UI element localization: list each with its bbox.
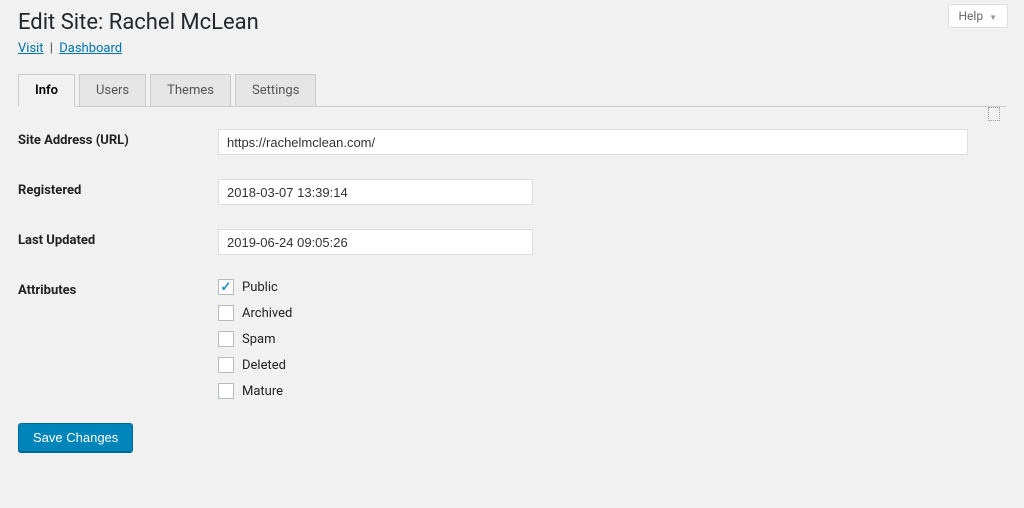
tab-themes[interactable]: Themes bbox=[150, 74, 231, 107]
attribute-spam: Spam bbox=[218, 331, 1006, 347]
label-attributes: Attributes bbox=[18, 279, 218, 298]
checkbox-spam[interactable] bbox=[218, 331, 234, 347]
checkbox-mature[interactable] bbox=[218, 383, 234, 399]
registered-input[interactable] bbox=[218, 179, 533, 205]
chevron-down-icon: ▼ bbox=[989, 13, 997, 22]
control-registered bbox=[218, 179, 1006, 205]
checkbox-deleted[interactable] bbox=[218, 357, 234, 373]
sublinks: Visit | Dashboard bbox=[18, 41, 1006, 56]
control-last-updated bbox=[218, 229, 1006, 255]
attribute-label: Archived bbox=[242, 306, 292, 321]
attribute-label: Mature bbox=[242, 384, 283, 399]
page-content: Edit Site: Rachel McLean Visit | Dashboa… bbox=[0, 0, 1024, 470]
label-last-updated: Last Updated bbox=[18, 229, 218, 248]
label-registered: Registered bbox=[18, 179, 218, 198]
attribute-label: Spam bbox=[242, 332, 276, 347]
tab-info[interactable]: Info bbox=[18, 74, 75, 107]
save-button[interactable]: Save Changes bbox=[18, 423, 133, 452]
url-field-icon bbox=[988, 107, 1000, 121]
dashboard-link[interactable]: Dashboard bbox=[59, 41, 122, 56]
checkbox-archived[interactable] bbox=[218, 305, 234, 321]
row-registered: Registered bbox=[18, 179, 1006, 205]
tab-settings[interactable]: Settings bbox=[235, 74, 316, 107]
help-button-label: Help bbox=[959, 9, 984, 23]
page-title: Edit Site: Rachel McLean bbox=[18, 10, 1006, 35]
attributes-list: Public Archived Spam Deleted Mature bbox=[218, 279, 1006, 399]
attribute-label: Public bbox=[242, 280, 278, 295]
attribute-deleted: Deleted bbox=[218, 357, 1006, 373]
tab-users[interactable]: Users bbox=[79, 74, 146, 107]
label-site-address: Site Address (URL) bbox=[18, 129, 218, 148]
attribute-public: Public bbox=[218, 279, 1006, 295]
attribute-archived: Archived bbox=[218, 305, 1006, 321]
checkbox-public[interactable] bbox=[218, 279, 234, 295]
row-last-updated: Last Updated bbox=[18, 229, 1006, 255]
attribute-label: Deleted bbox=[242, 358, 286, 373]
row-site-address: Site Address (URL) bbox=[18, 129, 1006, 155]
row-attributes: Attributes Public Archived Spam Deleted … bbox=[18, 279, 1006, 399]
control-site-address bbox=[218, 129, 1006, 155]
visit-link[interactable]: Visit bbox=[18, 41, 44, 56]
help-button[interactable]: Help ▼ bbox=[948, 4, 1009, 28]
tab-bar: Info Users Themes Settings bbox=[18, 74, 1006, 107]
separator: | bbox=[50, 41, 53, 56]
attribute-mature: Mature bbox=[218, 383, 1006, 399]
site-address-input[interactable] bbox=[218, 129, 968, 155]
last-updated-input[interactable] bbox=[218, 229, 533, 255]
